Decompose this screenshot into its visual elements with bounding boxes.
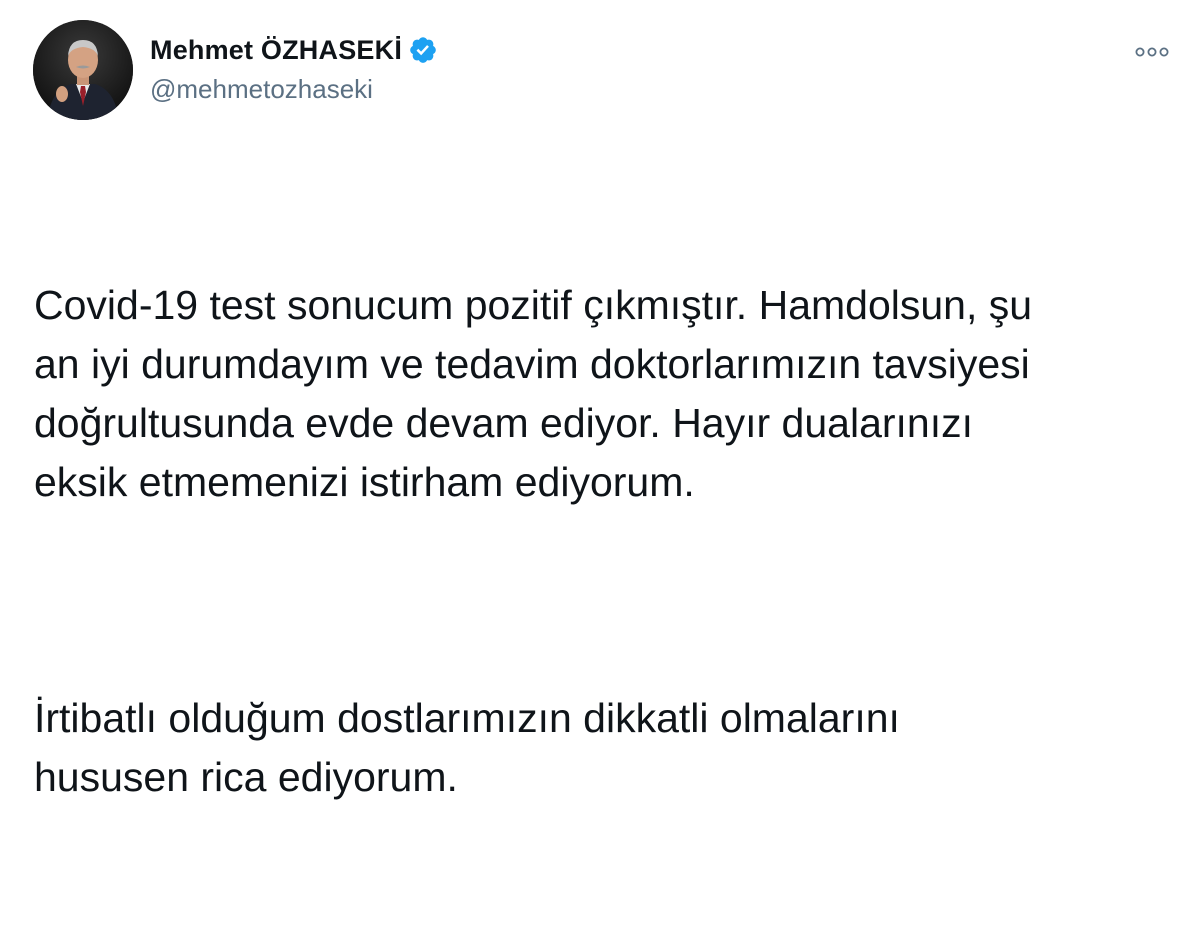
author-display-name[interactable]: Mehmet ÖZHASEKİ <box>150 35 402 66</box>
tweet-text: Covid-19 test sonucum pozitif çıkmıştır.… <box>34 158 1184 925</box>
author-handle[interactable]: @mehmetozhaseki <box>150 74 438 105</box>
tweet-paragraph: Covid-19 test sonucum pozitif çıkmıştır.… <box>34 282 1033 505</box>
tweet-card: Mehmet ÖZHASEKİ @mehmetozhaseki Covid-19… <box>0 0 1200 800</box>
author-name-row: Mehmet ÖZHASEKİ <box>150 32 438 68</box>
author-avatar[interactable] <box>33 20 133 120</box>
verified-badge-icon <box>408 35 438 65</box>
tweet-paragraph: İrtibatlı olduğum dostlarımızın dikkatli… <box>34 695 900 800</box>
more-options-icon <box>1135 47 1169 57</box>
more-options-button[interactable] <box>1132 34 1172 70</box>
avatar-image <box>33 20 133 120</box>
author-info: Mehmet ÖZHASEKİ @mehmetozhaseki <box>150 32 438 105</box>
